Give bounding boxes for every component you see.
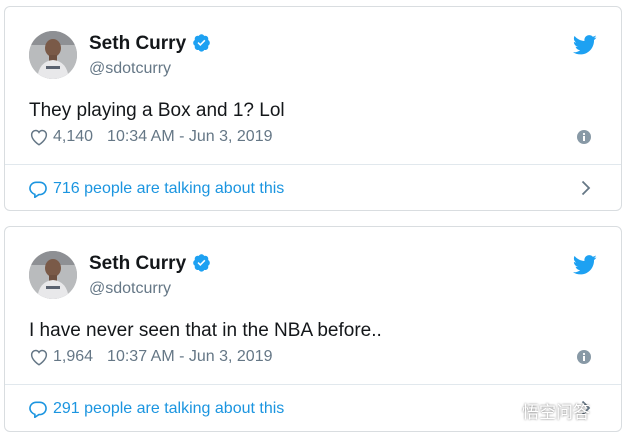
tweet-text: I have never seen that in the NBA before… (29, 320, 382, 341)
verified-badge-icon (193, 254, 210, 272)
tweet-timestamp[interactable]: 10:37 AM - Jun 3, 2019 (107, 346, 272, 368)
conversation-count[interactable]: 291 people are talking about this (53, 400, 284, 418)
divider (5, 384, 621, 385)
speech-bubble-icon (29, 181, 47, 198)
verified-badge-icon (193, 34, 210, 52)
author-handle[interactable]: @sdotcurry (89, 59, 171, 79)
tweet-card[interactable]: Seth Curry @sdotcurry They playing a Box… (4, 6, 622, 211)
tweet-timestamp[interactable]: 10:34 AM - Jun 3, 2019 (107, 126, 272, 148)
tweet-meta: 1,964 10:37 AM - Jun 3, 2019 (29, 346, 273, 368)
info-icon[interactable] (577, 350, 591, 364)
avatar[interactable] (29, 251, 77, 299)
like-count[interactable]: 1,964 (53, 346, 93, 368)
author-name-text[interactable]: Seth Curry (89, 33, 186, 54)
info-icon[interactable] (577, 130, 591, 144)
watermark-text: 悟空问答 (522, 402, 590, 422)
avatar[interactable] (29, 31, 77, 79)
conversation-link[interactable]: 716 people are talking about this (29, 178, 284, 200)
author-handle[interactable]: @sdotcurry (89, 279, 171, 299)
heart-icon[interactable] (29, 128, 49, 146)
chevron-right-icon[interactable] (581, 180, 591, 196)
author-name[interactable]: Seth Curry (89, 33, 211, 55)
tweet-text: They playing a Box and 1? Lol (29, 100, 285, 121)
watermark-logo-icon (494, 398, 518, 422)
author-name[interactable]: Seth Curry (89, 253, 211, 275)
author-name-text[interactable]: Seth Curry (89, 253, 186, 274)
speech-bubble-icon (29, 401, 47, 418)
watermark: 悟空问答 (494, 396, 590, 424)
tweet-meta: 4,140 10:34 AM - Jun 3, 2019 (29, 126, 273, 148)
divider (5, 164, 621, 165)
heart-icon[interactable] (29, 348, 49, 366)
like-count[interactable]: 4,140 (53, 126, 93, 148)
conversation-link[interactable]: 291 people are talking about this (29, 398, 284, 420)
twitter-bird-icon[interactable] (573, 35, 597, 55)
conversation-count[interactable]: 716 people are talking about this (53, 180, 284, 198)
twitter-bird-icon[interactable] (573, 255, 597, 275)
